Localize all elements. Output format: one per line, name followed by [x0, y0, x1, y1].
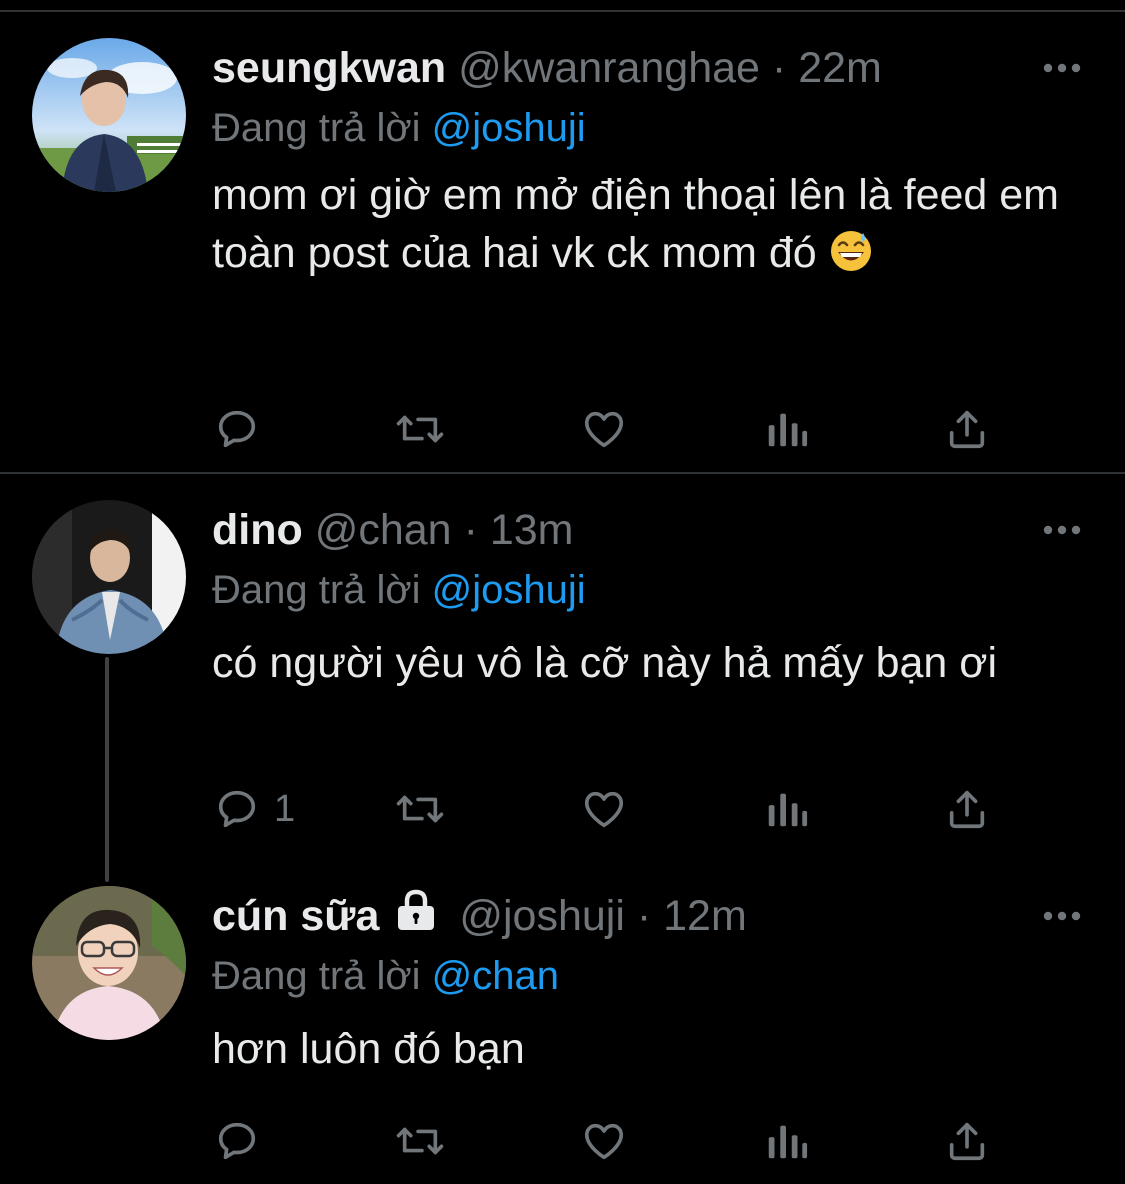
separator-dot: ·	[771, 44, 787, 92]
share-button[interactable]	[944, 1116, 990, 1166]
timestamp[interactable]: 13m	[490, 506, 574, 554]
avatar-dino[interactable]	[32, 500, 186, 654]
tweet-actions	[212, 1116, 1012, 1166]
reply-icon	[218, 410, 256, 448]
views-button[interactable]	[764, 784, 808, 834]
display-name[interactable]: dino	[212, 506, 303, 554]
retweet-button[interactable]	[394, 1116, 446, 1166]
share-button[interactable]	[944, 784, 990, 834]
more-icon[interactable]	[1043, 886, 1081, 946]
tweet-header: seungkwan @kwanranghae · 22m	[212, 38, 1095, 98]
replying-to-mention[interactable]: @chan	[432, 954, 559, 998]
like-icon	[584, 411, 624, 448]
display-name[interactable]: cún sữa	[212, 892, 379, 940]
username-handle[interactable]: @joshuji	[459, 892, 625, 940]
reply-icon	[218, 1122, 256, 1160]
avatar-cun-sua-image	[32, 886, 186, 1040]
top-divider	[0, 10, 1125, 12]
retweet-icon	[396, 795, 444, 823]
tweet-3[interactable]: cún sữa @joshuji · 12m Đang trả lời @cha…	[0, 886, 1125, 1176]
tweet-actions	[212, 404, 1012, 454]
retweet-button[interactable]	[394, 404, 446, 454]
views-icon	[768, 413, 808, 447]
separator-dot: ·	[463, 506, 478, 554]
retweet-icon	[396, 415, 444, 443]
replying-to-label: Đang trả lời	[212, 954, 421, 998]
avatar-dino-image	[32, 500, 186, 654]
views-button[interactable]	[764, 404, 808, 454]
display-name[interactable]: seungkwan	[212, 44, 446, 92]
username-handle[interactable]: @kwanranghae	[458, 44, 760, 92]
tweet-header: cún sữa @joshuji · 12m	[212, 886, 1095, 946]
username-handle[interactable]: @chan	[315, 506, 452, 554]
avatar-cun-sua[interactable]	[32, 886, 186, 1040]
like-button[interactable]	[580, 1116, 628, 1166]
replying-to-mention[interactable]: @joshuji	[432, 568, 586, 612]
tweet-text-body: hơn luôn đó bạn	[212, 1025, 525, 1073]
views-icon	[768, 1125, 808, 1159]
avatar-seungkwan[interactable]	[32, 38, 186, 192]
share-icon	[949, 410, 985, 449]
tweet-header: dino @chan · 13m	[212, 500, 1095, 560]
avatar-seungkwan-image	[32, 38, 186, 192]
tweet-divider	[0, 472, 1125, 474]
reply-button[interactable]	[214, 1116, 260, 1166]
more-icon[interactable]	[1043, 38, 1081, 98]
replying-to-line: Đang trả lời @chan	[212, 946, 1095, 1006]
lock-icon	[393, 888, 439, 948]
replying-to-line: Đang trả lời @joshuji	[212, 98, 1095, 158]
replying-to-line: Đang trả lời @joshuji	[212, 560, 1095, 620]
more-icon[interactable]	[1043, 500, 1081, 560]
views-icon	[768, 793, 808, 827]
retweet-button[interactable]	[394, 784, 446, 834]
separator-dot: ·	[636, 892, 652, 940]
like-icon	[584, 1123, 624, 1160]
like-icon	[584, 791, 624, 828]
replying-to-mention[interactable]: @joshuji	[432, 106, 586, 150]
tweet-text-body: mom ơi giờ em mở điện thoại lên là feed …	[212, 171, 1060, 277]
tweet-2[interactable]: dino @chan · 13m Đang trả lời @joshuji c…	[0, 500, 1125, 840]
share-button[interactable]	[944, 404, 990, 454]
views-button[interactable]	[764, 1116, 808, 1166]
reply-count: 1	[274, 787, 296, 830]
timestamp[interactable]: 12m	[663, 892, 747, 940]
tweet-text: có người yêu vô là cỡ này hả mấy bạn ơi	[212, 634, 1062, 692]
share-icon	[949, 790, 985, 829]
reply-icon	[218, 790, 256, 828]
tweet-text: mom ơi giờ em mở điện thoại lên là feed …	[212, 166, 1062, 288]
timestamp[interactable]: 22m	[798, 44, 882, 92]
like-button[interactable]	[580, 404, 628, 454]
retweet-icon	[396, 1127, 444, 1155]
replying-to-label: Đang trả lời	[212, 106, 421, 150]
reply-button[interactable]: 1	[214, 784, 295, 834]
grinning-face-with-sweat-icon	[829, 229, 873, 288]
like-button[interactable]	[580, 784, 628, 834]
tweet-1[interactable]: seungkwan @kwanranghae · 22m Đang trả lờ…	[0, 38, 1125, 458]
reply-button[interactable]	[214, 404, 260, 454]
tweet-text: hơn luôn đó bạn	[212, 1020, 1062, 1078]
tweet-text-body: có người yêu vô là cỡ này hả mấy bạn ơi	[212, 639, 998, 687]
share-icon	[949, 1122, 985, 1161]
replying-to-label: Đang trả lời	[212, 568, 421, 612]
tweet-actions: 1	[212, 784, 1012, 834]
